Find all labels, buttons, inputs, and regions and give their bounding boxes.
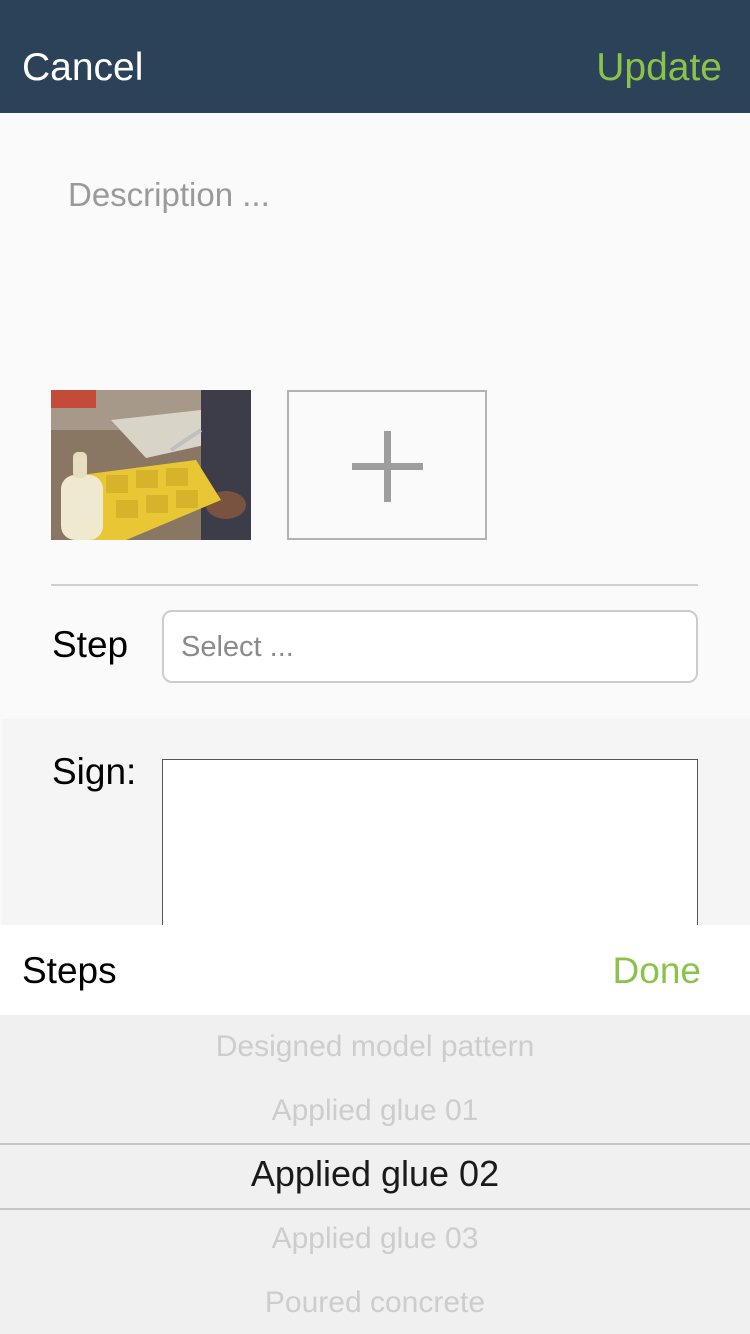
picker-toolbar: Steps Done bbox=[0, 925, 750, 1015]
picker-option[interactable]: Poured concrete bbox=[0, 1283, 750, 1323]
step-select[interactable]: Select ... bbox=[162, 610, 698, 683]
cancel-button[interactable]: Cancel bbox=[22, 44, 143, 92]
picker-option[interactable]: Designed model pattern bbox=[0, 1027, 750, 1067]
add-photo-button[interactable] bbox=[287, 390, 487, 540]
picker-title: Steps bbox=[22, 950, 117, 991]
sign-label: Sign: bbox=[52, 751, 137, 792]
signature-pad[interactable] bbox=[162, 759, 698, 929]
steps-picker[interactable]: Designed model pattern Applied glue 01 A… bbox=[0, 1015, 750, 1334]
picker-option[interactable]: Applied glue 03 bbox=[0, 1219, 750, 1259]
top-bar: Cancel Update bbox=[0, 0, 750, 113]
picker-option[interactable]: Applied glue 01 bbox=[0, 1091, 750, 1131]
step-label: Step bbox=[52, 624, 129, 665]
sign-section: Sign: bbox=[2, 719, 750, 929]
attached-photo[interactable] bbox=[51, 390, 251, 540]
divider bbox=[51, 584, 698, 586]
picker-option-selected[interactable]: Applied glue 02 bbox=[0, 1151, 750, 1197]
done-button[interactable]: Done bbox=[613, 948, 701, 994]
step-select-placeholder: Select ... bbox=[181, 631, 294, 663]
edit-step-screen: Cancel Update Description ... Step Selec… bbox=[0, 0, 750, 1334]
update-button[interactable]: Update bbox=[596, 44, 722, 92]
photo-thumbnail-image bbox=[51, 390, 251, 540]
description-field[interactable]: Description ... bbox=[68, 172, 698, 352]
